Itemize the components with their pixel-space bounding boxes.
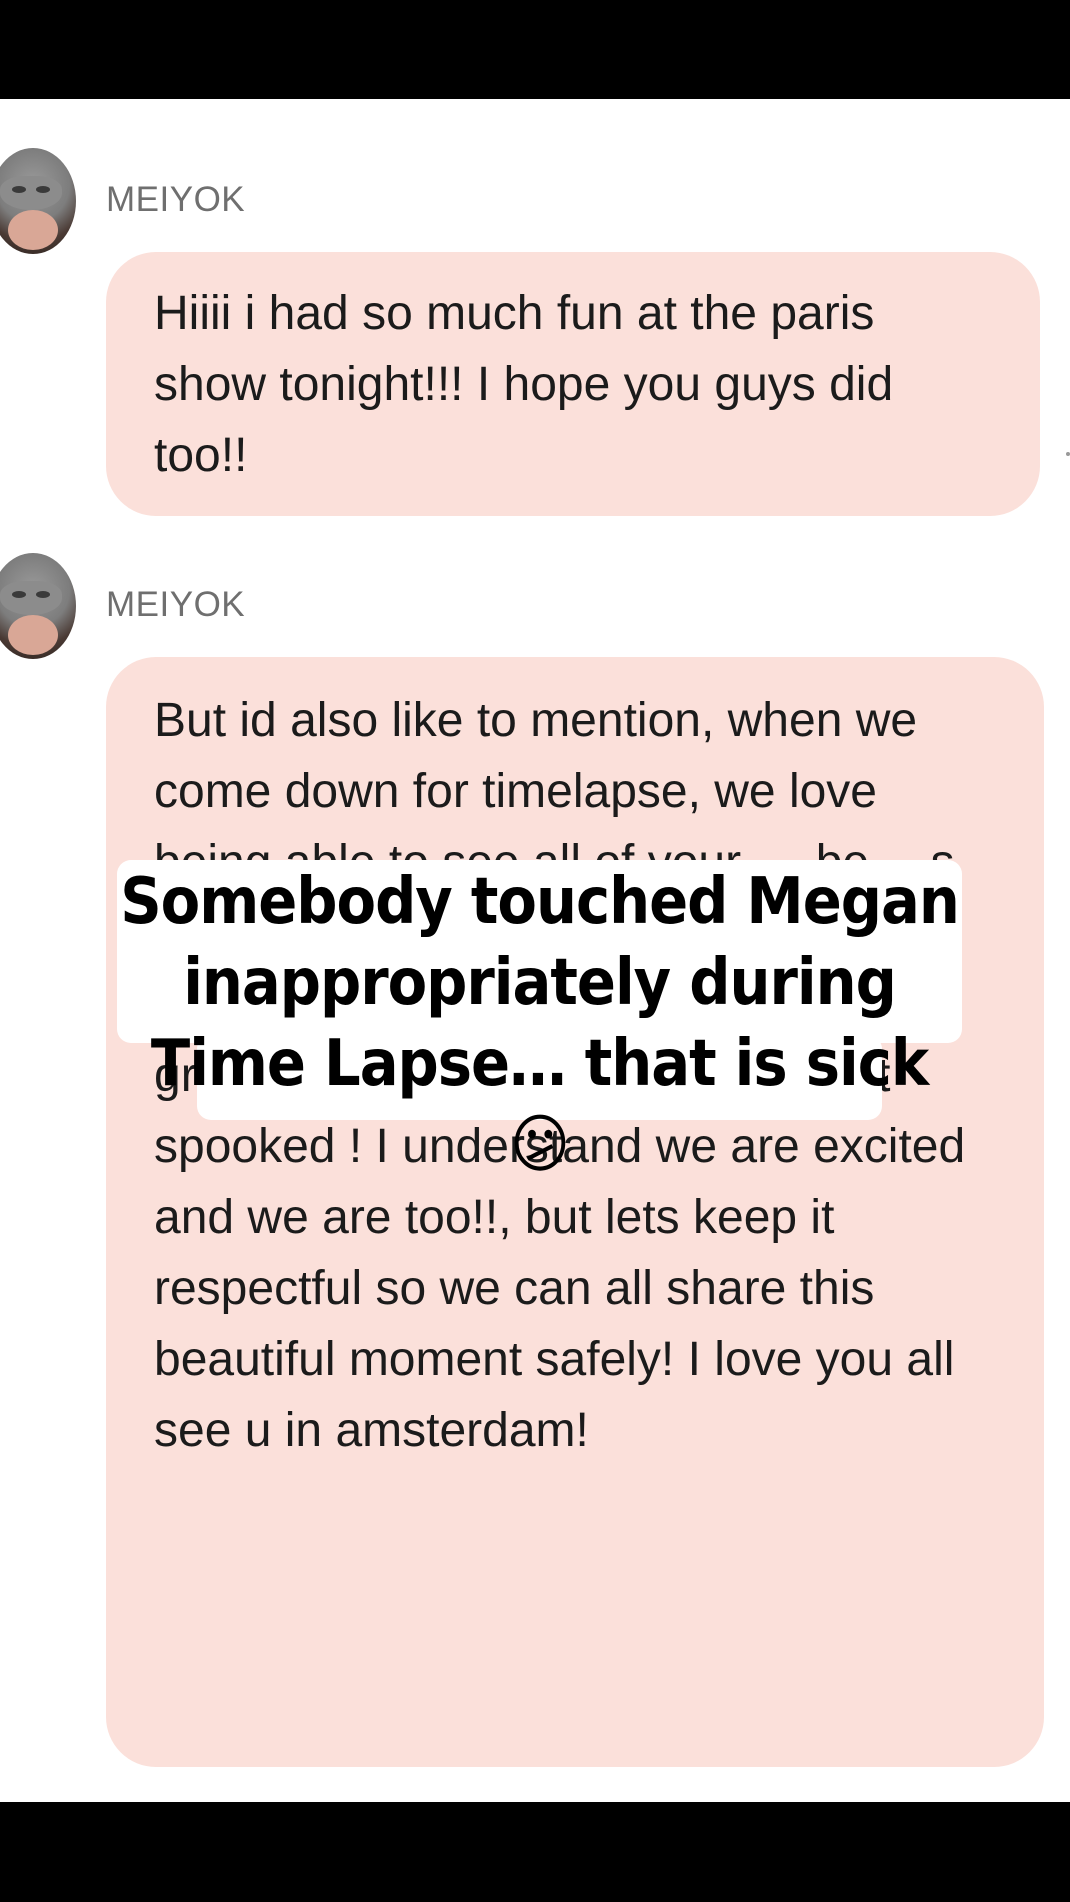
message-text-1: Hiiii i had so much fun at the paris sho… xyxy=(154,287,894,482)
sender-avatar-1[interactable] xyxy=(0,148,76,254)
bottom-black-bar xyxy=(0,1802,1070,1902)
message-bubble-2: But id also like to mention, when we com… xyxy=(106,657,1044,1767)
edge-dot xyxy=(1066,452,1070,456)
sender-name-1: MEIYOK xyxy=(106,180,246,219)
caption-overlay: Somebody touched Megan inappropriately d… xyxy=(120,865,960,1182)
sender-name-2: MEIYOK xyxy=(106,585,246,624)
top-black-bar xyxy=(0,0,1070,99)
sender-avatar-2[interactable] xyxy=(0,553,76,659)
message-bubble-1: Hiiii i had so much fun at the paris sho… xyxy=(106,252,1040,516)
